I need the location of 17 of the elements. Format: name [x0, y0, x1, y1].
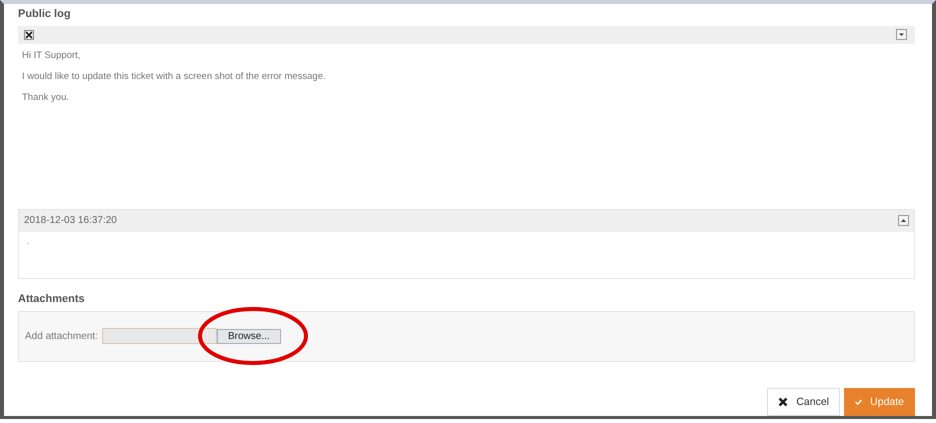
file-path-field[interactable] [102, 328, 217, 344]
message-text: Thank you. [22, 92, 70, 103]
section-title: Attachments [18, 292, 86, 307]
log-entry-text: . [27, 236, 30, 247]
checkmark-icon [855, 397, 862, 408]
image-icon[interactable] [24, 30, 34, 40]
section-title: Public log [18, 8, 72, 22]
message-text: Hi IT Support, [22, 50, 82, 61]
message-text: I would like to update this ticket with a screen shot of the error message. [22, 70, 327, 82]
browse-button[interactable]: Browse... [216, 328, 281, 344]
cancel-button[interactable]: Cancel [767, 388, 840, 416]
collapse-icon[interactable] [898, 215, 909, 226]
close-icon [778, 397, 788, 408]
timestamp: 2018-12-03 16:37:20 [24, 215, 117, 226]
field-label: Add attachment: [25, 330, 98, 342]
log-entry-header[interactable]: 2018-12-03 16:37:20 [19, 210, 914, 232]
dropdown-icon[interactable] [896, 29, 907, 40]
